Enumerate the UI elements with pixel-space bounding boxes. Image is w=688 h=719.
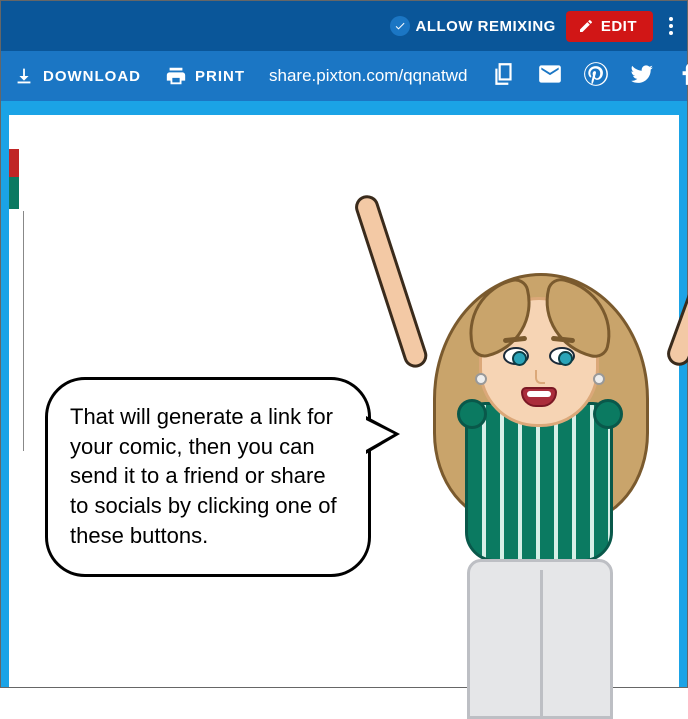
panel-marker-red — [9, 149, 19, 177]
arm-right — [664, 192, 688, 369]
eye-left — [503, 347, 529, 365]
edit-button[interactable]: EDIT — [566, 11, 653, 42]
download-button[interactable]: DOWNLOAD — [13, 65, 141, 87]
edit-button-label: EDIT — [601, 18, 637, 35]
more-menu-button[interactable] — [663, 17, 679, 35]
speech-bubble-text: That will generate a link for your comic… — [70, 404, 337, 548]
arm-left — [352, 192, 430, 371]
shoulder-left — [457, 399, 487, 429]
character-avatar — [409, 187, 688, 687]
earring-right — [593, 373, 605, 385]
download-label: DOWNLOAD — [43, 68, 141, 85]
download-icon — [13, 65, 35, 87]
pencil-icon — [578, 18, 594, 34]
pinterest-icon — [583, 61, 609, 87]
nose — [535, 370, 545, 384]
top-bar: ALLOW REMIXING EDIT — [1, 1, 687, 51]
app-frame: ALLOW REMIXING EDIT DOWNLOAD PRINT share… — [0, 0, 688, 688]
allow-remixing-label: ALLOW REMIXING — [416, 18, 556, 35]
eye-right — [549, 347, 575, 365]
copy-icon — [491, 61, 517, 87]
panel-marker-green — [9, 177, 19, 209]
email-button[interactable] — [537, 61, 563, 92]
share-link-text: share.pixton.com/qqnatwd — [269, 66, 467, 86]
sub-bar: DOWNLOAD PRINT share.pixton.com/qqnatwd — [1, 51, 687, 101]
copy-button[interactable] — [491, 61, 517, 92]
pinterest-button[interactable] — [583, 61, 609, 92]
share-icon-row — [491, 61, 688, 92]
email-icon — [537, 61, 563, 87]
shoulder-right — [593, 399, 623, 429]
print-button[interactable]: PRINT — [165, 65, 245, 87]
print-icon — [165, 65, 187, 87]
canvas-band — [1, 101, 687, 115]
facebook-button[interactable] — [675, 61, 688, 92]
check-icon — [390, 16, 410, 36]
twitter-icon — [629, 61, 655, 87]
speech-bubble: That will generate a link for your comic… — [45, 377, 371, 577]
allow-remixing-toggle[interactable]: ALLOW REMIXING — [390, 16, 556, 36]
print-label: PRINT — [195, 68, 245, 85]
twitter-button[interactable] — [629, 61, 655, 92]
pants — [467, 559, 613, 719]
canvas-area: That will generate a link for your comic… — [1, 115, 687, 687]
comic-stage: That will generate a link for your comic… — [9, 115, 679, 687]
earring-left — [475, 373, 487, 385]
panel-divider — [23, 211, 24, 451]
facebook-icon — [675, 61, 688, 87]
